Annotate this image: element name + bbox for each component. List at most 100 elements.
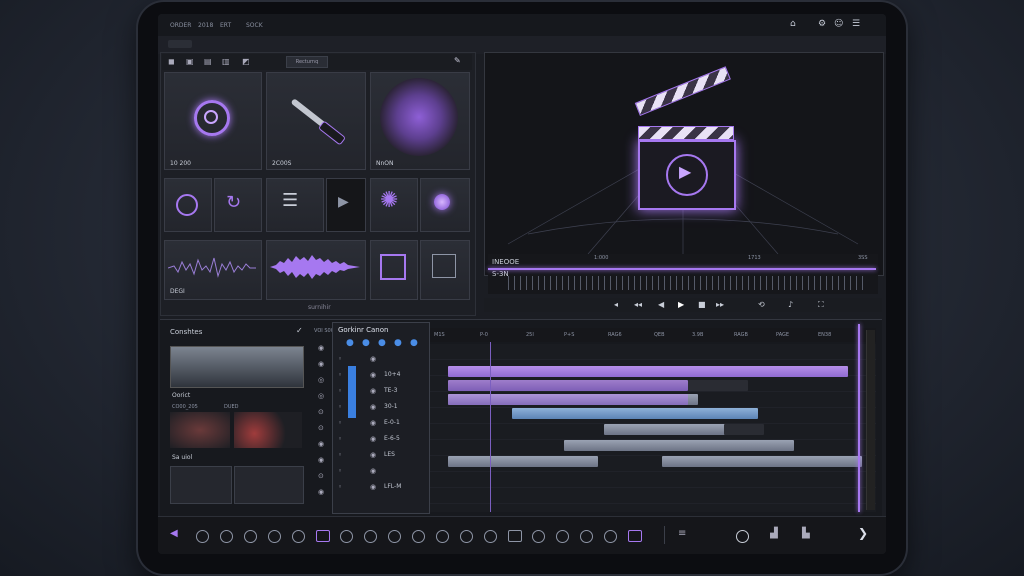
expand-icon[interactable]: ✎ <box>454 56 461 65</box>
timeline-scrollbar[interactable] <box>866 330 875 510</box>
track-name[interactable]: E-0-1 <box>384 419 400 426</box>
scrub-progress[interactable] <box>488 268 876 270</box>
track-lock-icon[interactable]: ◦ <box>338 451 342 459</box>
track-lock-icon[interactable]: ◦ <box>338 403 342 411</box>
timeline-clip[interactable] <box>724 424 764 435</box>
tool-icon[interactable] <box>556 530 569 543</box>
forward-icon[interactable]: ▸▸ <box>716 300 724 309</box>
track-toggle-icon[interactable]: ● <box>378 338 386 348</box>
track-eye-icon[interactable]: ◉ <box>370 387 376 395</box>
play-button[interactable]: ▶ <box>678 300 684 309</box>
next-icon[interactable]: ❯ <box>858 526 868 540</box>
menu-item[interactable]: SOCK <box>246 22 263 29</box>
slide-tool-icon[interactable]: ⊙ <box>318 408 324 416</box>
track-toggle-icon[interactable]: ● <box>394 338 402 348</box>
tab-library[interactable]: Recturnq <box>286 56 328 68</box>
stop-icon[interactable]: ■ <box>698 300 706 309</box>
tool-icon[interactable] <box>484 530 497 543</box>
new-bin-icon[interactable]: ▣ <box>186 57 194 66</box>
import-icon[interactable]: ◩ <box>242 57 250 66</box>
tool-icon[interactable] <box>220 530 233 543</box>
menu-item[interactable]: ERT <box>220 22 231 29</box>
track-eye-icon[interactable]: ◉ <box>370 451 376 459</box>
selected-track-indicator[interactable] <box>348 366 356 418</box>
track-name[interactable]: E-6-5 <box>384 435 400 442</box>
track-lock-icon[interactable]: ◦ <box>338 467 342 475</box>
timeline-clip[interactable] <box>448 366 848 377</box>
playhead[interactable] <box>858 324 860 512</box>
panel-toggle-button[interactable] <box>168 40 192 48</box>
rewind-icon[interactable]: ◂◂ <box>634 300 642 309</box>
track-name[interactable]: 30-1 <box>384 403 398 410</box>
tool-icon[interactable] <box>292 530 305 543</box>
record-icon[interactable] <box>736 530 749 543</box>
razor-tool-icon[interactable]: ◉ <box>318 360 324 368</box>
tool-icon[interactable] <box>388 530 401 543</box>
marker-tool-icon[interactable]: ◉ <box>318 488 324 496</box>
tool-icon[interactable] <box>580 530 593 543</box>
tool-icon[interactable] <box>316 530 330 542</box>
track-eye-icon[interactable]: ◉ <box>370 435 376 443</box>
menu-item[interactable]: 2018 <box>198 22 213 29</box>
bin-icon[interactable]: ◼ <box>168 57 175 66</box>
tool-icon[interactable] <box>196 530 209 543</box>
hand-tool-icon[interactable]: ⊙ <box>318 424 324 432</box>
clip-thumbnail[interactable] <box>234 412 302 448</box>
tool-icon[interactable] <box>340 530 353 543</box>
track-eye-icon[interactable]: ◉ <box>370 355 376 363</box>
track-toggle-icon[interactable]: ● <box>410 338 418 348</box>
meter-icon[interactable]: ▟ <box>770 528 778 539</box>
track-name[interactable]: TE-3 <box>384 387 397 394</box>
back-icon[interactable]: ◀ <box>170 528 178 539</box>
tool-icon[interactable] <box>412 530 425 543</box>
tool-icon[interactable] <box>268 530 281 543</box>
timeline-clip[interactable] <box>564 440 794 451</box>
menu-icon[interactable]: ☰ <box>852 19 860 29</box>
track-name[interactable]: LFL-M <box>384 483 401 490</box>
timeline-clip[interactable] <box>448 394 688 405</box>
settings-icon[interactable]: ⚙ <box>818 19 826 29</box>
track-name[interactable]: 10+4 <box>384 371 400 378</box>
tool-icon[interactable] <box>604 530 617 543</box>
clip-thumbnail[interactable] <box>234 466 304 504</box>
menu-item[interactable]: ORDER <box>170 22 191 29</box>
track-lock-icon[interactable]: ◦ <box>338 483 342 491</box>
view-icon[interactable]: ▥ <box>222 57 230 66</box>
logo-icon[interactable]: ⌂ <box>790 19 796 29</box>
timeline-ruler[interactable] <box>430 328 876 342</box>
zoom-tool-icon[interactable]: ◉ <box>318 440 324 448</box>
filter-icon[interactable]: ▤ <box>204 57 212 66</box>
ripple-tool-icon[interactable]: ◎ <box>318 376 324 384</box>
track-eye-icon[interactable]: ◉ <box>370 371 376 379</box>
pen-tool-icon[interactable]: ◉ <box>318 456 324 464</box>
timeline-clip[interactable] <box>448 456 598 467</box>
track-lock-icon[interactable]: ◦ <box>338 387 342 395</box>
clip-thumbnail[interactable] <box>170 412 230 448</box>
slip-tool-icon[interactable]: ◎ <box>318 392 324 400</box>
menu-icon[interactable]: ≡ <box>678 528 686 539</box>
clip-thumbnail[interactable] <box>170 346 304 388</box>
tool-icon[interactable] <box>508 530 522 542</box>
track-eye-icon[interactable]: ◉ <box>370 403 376 411</box>
tool-icon[interactable] <box>628 530 642 542</box>
select-tool-icon[interactable]: ◉ <box>318 344 324 352</box>
clip-thumbnail[interactable] <box>170 466 232 504</box>
in-marker[interactable] <box>490 342 491 512</box>
track-eye-icon[interactable]: ◉ <box>370 483 376 491</box>
track-lock-icon[interactable]: ◦ <box>338 355 342 363</box>
step-back-icon[interactable]: ◀ <box>658 300 664 309</box>
fullscreen-icon[interactable]: ⛶ <box>818 300 824 310</box>
loop-icon[interactable]: ⟲ <box>758 300 765 309</box>
user-icon[interactable]: ☺ <box>834 19 843 29</box>
tool-icon[interactable] <box>460 530 473 543</box>
track-lock-icon[interactable]: ◦ <box>338 435 342 443</box>
timeline-clip[interactable] <box>512 408 758 419</box>
track-lock-icon[interactable]: ◦ <box>338 371 342 379</box>
text-tool-icon[interactable]: ⊙ <box>318 472 324 480</box>
audio-icon[interactable]: ▙ <box>802 528 810 539</box>
track-name[interactable]: LES <box>384 451 395 458</box>
track-lock-icon[interactable]: ◦ <box>338 419 342 427</box>
track-eye-icon[interactable]: ◉ <box>370 467 376 475</box>
tool-icon[interactable] <box>364 530 377 543</box>
timeline-clip[interactable] <box>662 456 862 467</box>
